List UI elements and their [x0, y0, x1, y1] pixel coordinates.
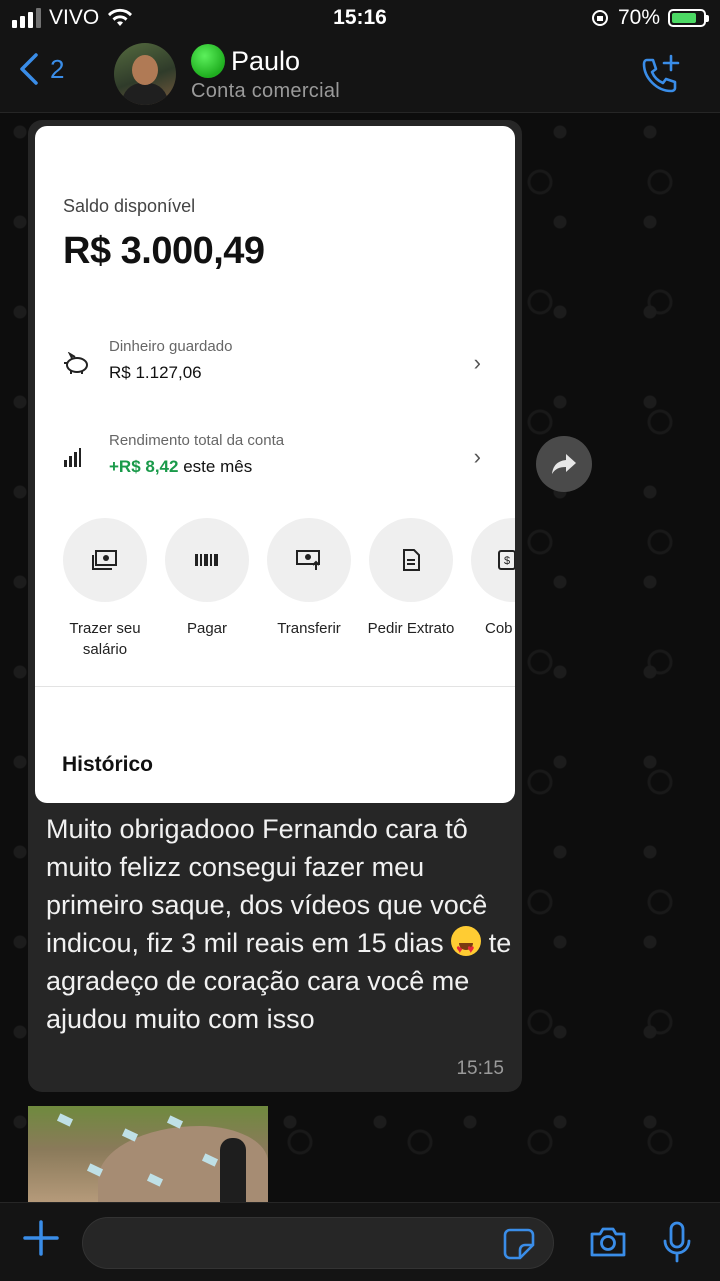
action-label: Trazer seu salário	[69, 620, 141, 658]
status-bar: VIVO 15:16 70%	[0, 0, 720, 40]
contact-subtitle: Conta comercial	[191, 80, 341, 102]
avatar[interactable]	[114, 43, 176, 105]
saved-label: Dinheiro guardado	[109, 338, 233, 355]
contact-name: Paulo	[231, 45, 301, 76]
unread-count: 2	[50, 53, 65, 84]
document-icon	[403, 549, 420, 571]
message-time: 15:15	[456, 1058, 504, 1079]
orientation-lock-icon	[591, 10, 608, 26]
camera-button[interactable]	[588, 1225, 628, 1264]
image-message-thumbnail[interactable]	[28, 1106, 268, 1202]
green-circle-icon	[191, 44, 225, 78]
status-right: 70%	[590, 6, 709, 30]
battery-icon	[668, 9, 709, 27]
microphone-icon	[663, 1221, 691, 1263]
barcode-icon	[195, 554, 218, 566]
action-label: Pagar	[186, 620, 228, 637]
action-pagar: Pagar	[165, 518, 249, 660]
message-text: Muito obrigadooo Fernando cara tô muito …	[46, 810, 516, 1038]
message-input[interactable]	[82, 1217, 554, 1269]
yield-row: Rendimento total da conta +R$ 8,42 este …	[35, 428, 515, 488]
action-label: Transferir	[277, 620, 341, 637]
charge-icon: $	[498, 550, 515, 570]
microphone-button[interactable]	[662, 1221, 692, 1268]
saved-money-row: Dinheiro guardado R$ 1.127,06 ›	[35, 334, 515, 394]
saved-value: R$ 1.127,06	[109, 363, 202, 382]
action-trazer-salario: Trazer seu salário	[63, 518, 147, 660]
yield-label: Rendimento total da conta	[109, 432, 285, 449]
heart-eyes-emoji-icon	[451, 926, 482, 968]
chevron-right-icon: ›	[473, 350, 481, 375]
action-pedir-extrato: Pedir Extrato	[367, 518, 455, 660]
contact-info[interactable]: Paulo Conta comercial	[191, 44, 340, 103]
action-transferir: Transferir	[267, 518, 351, 660]
attach-button[interactable]	[22, 1219, 60, 1262]
chevron-left-icon	[20, 53, 38, 85]
svg-text:$: $	[504, 555, 510, 567]
signal-bars-icon	[64, 448, 81, 467]
message-bubble[interactable]: Saldo disponível R$ 3.000,49 Dinheiro gu…	[28, 120, 522, 1092]
forward-icon	[552, 454, 576, 474]
forward-button[interactable]	[536, 436, 592, 492]
cropped-top-icons	[35, 126, 515, 134]
sticker-button[interactable]	[502, 1227, 536, 1266]
quick-actions: Trazer seu salário Pagar Transferir Pedi…	[63, 518, 515, 660]
bank-app-screenshot[interactable]: Saldo disponível R$ 3.000,49 Dinheiro gu…	[35, 126, 515, 803]
plus-icon	[23, 1220, 59, 1256]
piggy-bank-icon	[64, 352, 88, 374]
balance-value: R$ 3.000,49	[63, 230, 265, 272]
message-text-part: Muito obrigadooo Fernando cara tô muito …	[46, 814, 488, 958]
action-label: Cob	[485, 620, 513, 637]
back-button[interactable]: 2	[18, 52, 64, 86]
yield-value: +R$ 8,42	[109, 457, 179, 476]
message-input-bar	[0, 1202, 720, 1281]
yield-suffix: este mês	[183, 457, 253, 476]
history-title: Histórico	[62, 753, 154, 776]
salary-icon	[92, 550, 117, 570]
add-call-button[interactable]	[638, 54, 682, 103]
add-call-icon	[642, 54, 680, 93]
action-label: Pedir Extrato	[367, 620, 455, 637]
sticker-icon	[503, 1228, 535, 1260]
battery-percent: 70%	[617, 6, 660, 29]
divider	[35, 686, 515, 687]
camera-icon	[590, 1227, 626, 1257]
transfer-icon	[296, 550, 320, 570]
balance-label: Saldo disponível	[63, 196, 196, 216]
chat-header: 2 Paulo Conta comercial	[0, 40, 720, 113]
chevron-right-icon: ›	[473, 444, 481, 469]
action-cobrar: $ Cob	[471, 518, 515, 660]
